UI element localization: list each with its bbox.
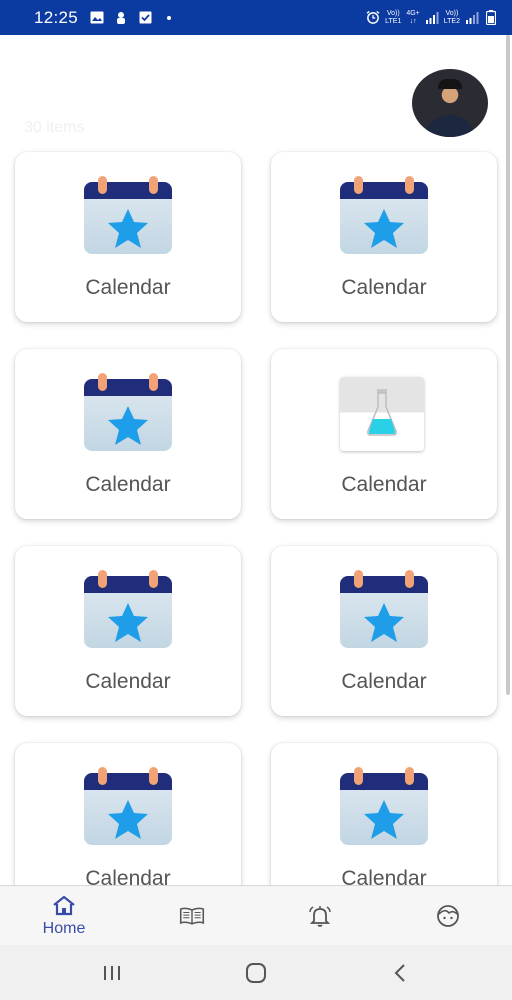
bottom-nav: Home (0, 885, 512, 945)
book-icon (179, 907, 205, 925)
home-circle-icon (246, 962, 266, 983)
calendar-star-icon (84, 767, 172, 845)
calendar-star-icon (84, 176, 172, 254)
card-label: Calendar (341, 867, 427, 885)
card-calendar[interactable]: Calendar (15, 743, 241, 885)
data-arrows-icon: ↓↑ (409, 17, 417, 25)
alarm-icon (366, 10, 380, 25)
face-icon (437, 904, 459, 927)
profile-avatar[interactable] (412, 69, 488, 137)
battery-icon (484, 10, 498, 25)
card-grid: Calendar Calendar Calendar Calendar Cale… (15, 152, 497, 885)
back-button[interactable] (380, 958, 420, 988)
image-icon (90, 11, 104, 25)
card-label: Calendar (341, 670, 427, 693)
card-calendar[interactable]: Calendar (15, 546, 241, 716)
sim1-volte-text: Vo)) (386, 9, 400, 17)
calendar-star-icon (340, 570, 428, 648)
card-calendar[interactable]: Calendar (271, 743, 497, 885)
network-type-text: 4G+ (406, 9, 420, 17)
dot-icon (162, 11, 176, 25)
card-label: Calendar (85, 670, 171, 693)
android-debug-icon (114, 11, 128, 25)
nav-profile[interactable] (384, 886, 512, 945)
nav-notifications[interactable] (256, 886, 384, 945)
card-calendar[interactable]: Calendar (15, 152, 241, 322)
calendar-star-icon (340, 767, 428, 845)
card-calendar[interactable]: Calendar (271, 546, 497, 716)
signal-icon (425, 11, 439, 25)
card-label: Calendar (85, 867, 171, 885)
recent-apps-button[interactable] (92, 958, 132, 988)
card-calendar[interactable]: Calendar (271, 349, 497, 519)
home-icon (53, 895, 75, 915)
flask-icon (340, 373, 428, 451)
status-bar: 12:25 Vo)) LTE1 4G+ ↓↑ Vo)) LTE2 (0, 0, 512, 35)
card-label: Calendar (85, 276, 171, 299)
sim1-label: Vo)) LTE1 (385, 10, 401, 26)
sim2-label: Vo)) LTE2 (444, 10, 460, 26)
network-type: 4G+ ↓↑ (406, 10, 419, 26)
calendar-star-icon (340, 176, 428, 254)
recent-apps-icon (104, 965, 120, 980)
card-label: Calendar (341, 276, 427, 299)
calendar-star-icon (84, 570, 172, 648)
status-time: 12:25 (34, 7, 79, 27)
card-label: Calendar (85, 473, 171, 496)
status-left-icons (90, 11, 176, 25)
scrollbar[interactable] (506, 35, 510, 695)
bell-icon (309, 905, 331, 927)
status-right: Vo)) LTE1 4G+ ↓↑ Vo)) LTE2 (366, 10, 498, 26)
sim2-lte-text: LTE2 (443, 17, 460, 25)
nav-home-label: Home (42, 919, 86, 937)
back-icon (394, 963, 405, 982)
signal-icon (465, 11, 479, 25)
card-calendar[interactable]: Calendar (15, 349, 241, 519)
main-content[interactable]: 30 items Calendar Calendar Calendar Cale… (0, 35, 512, 885)
system-nav-bar (0, 945, 512, 1000)
avatar-shirt (424, 115, 476, 137)
sim1-lte-text: LTE1 (385, 17, 402, 25)
calendar-star-icon (84, 373, 172, 451)
nav-book[interactable] (128, 886, 256, 945)
home-button[interactable] (236, 958, 276, 988)
card-calendar[interactable]: Calendar (271, 152, 497, 322)
items-count: 30 items (24, 119, 85, 136)
sim2-volte-text: Vo)) (445, 9, 459, 17)
card-label: Calendar (341, 473, 427, 496)
avatar-hair (438, 79, 462, 89)
nav-home[interactable]: Home (0, 886, 128, 945)
checkbox-icon (138, 11, 152, 25)
